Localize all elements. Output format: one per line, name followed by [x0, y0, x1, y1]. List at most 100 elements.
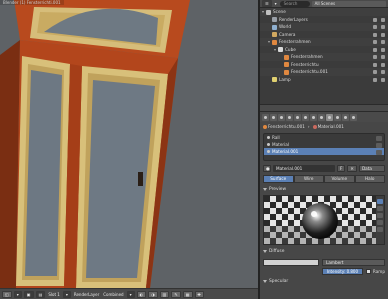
- diffuse-shader-select[interactable]: Lambert: [322, 258, 385, 266]
- outliner-item[interactable]: ▾ Fensterrahmen: [260, 38, 388, 46]
- render-camera-icon[interactable]: [381, 77, 385, 82]
- data-tab-icon[interactable]: [318, 113, 325, 121]
- diffuse-panel-header[interactable]: Diffuse: [263, 248, 385, 255]
- material-tab-icon[interactable]: [326, 113, 333, 121]
- diffuse-color-swatch[interactable]: [263, 258, 319, 266]
- outliner-item[interactable]: Fensterrahmen: [260, 53, 388, 61]
- link-select[interactable]: Data: [358, 164, 385, 172]
- 3d-viewport[interactable]: Blender (1) Fensterrichti.001: [0, 0, 258, 288]
- object-type-icon: [284, 62, 289, 67]
- render-slot-icon[interactable]: ▣: [23, 290, 34, 298]
- slot-specials-icon[interactable]: [376, 150, 382, 155]
- visibility-eye-icon[interactable]: [373, 70, 377, 74]
- browse-material-icon[interactable]: ●: [263, 164, 271, 172]
- tab-wire[interactable]: Wire: [293, 175, 324, 183]
- visibility-eye-icon[interactable]: [373, 17, 377, 22]
- preview-monkey-icon[interactable]: [377, 220, 383, 225]
- material-slot[interactable]: Material: [264, 141, 384, 148]
- preview-flat-icon[interactable]: [377, 206, 383, 211]
- breadcrumb-material[interactable]: Material.001: [312, 124, 344, 129]
- ramp-checkbox[interactable]: Ramp: [365, 268, 385, 274]
- sample-icon[interactable]: ✚: [194, 290, 204, 298]
- render-camera-icon[interactable]: [381, 55, 385, 59]
- material-name-field[interactable]: Material.001: [273, 164, 335, 172]
- physics-tab-icon[interactable]: [350, 113, 357, 121]
- outliner-item[interactable]: Camera: [260, 31, 388, 39]
- specular-panel-header[interactable]: Specular: [263, 278, 385, 285]
- visibility-eye-icon[interactable]: [373, 32, 377, 37]
- scene-tab-icon[interactable]: [278, 113, 285, 121]
- outliner-item[interactable]: ▾ Scene: [260, 8, 388, 16]
- material-icon: [312, 124, 317, 129]
- unlink-material-icon[interactable]: ✕: [347, 164, 357, 172]
- intensity-slider[interactable]: Intensity: 0.800: [322, 267, 363, 275]
- constraints-tab-icon[interactable]: [302, 113, 309, 121]
- tab-halo[interactable]: Halo: [354, 175, 385, 183]
- fake-user-toggle[interactable]: F: [337, 164, 346, 172]
- visibility-eye-icon[interactable]: [373, 47, 377, 52]
- visibility-eye-icon[interactable]: [373, 25, 377, 29]
- image-editor-header: ◱ ▾ ▣ ▤ Slot 1 ▾ RenderLayer Combined ▾ …: [0, 288, 258, 299]
- visibility-eye-icon[interactable]: [373, 40, 377, 44]
- outliner-item-label: Fensterrahmen: [279, 39, 311, 44]
- breadcrumb-object[interactable]: Fensterrichtu.001: [263, 124, 305, 129]
- tab-volume[interactable]: Volume: [324, 175, 355, 183]
- browse-image-icon[interactable]: ▤: [35, 290, 46, 298]
- image-menu-icon[interactable]: ▾: [13, 290, 22, 298]
- pin-icon[interactable]: ✎: [171, 290, 181, 298]
- tab-surface[interactable]: Surface: [263, 175, 294, 183]
- window-model-render: [0, 0, 190, 288]
- render-camera-icon[interactable]: [381, 32, 385, 37]
- outliner-item[interactable]: Fensterrichtu: [260, 61, 388, 69]
- outliner-panel: ☰ ▾ Search All Scenes ▾ Scene RenderLayers…: [260, 0, 388, 104]
- outliner-display-mode-select[interactable]: All Scenes: [311, 0, 386, 7]
- object-tab-icon[interactable]: [294, 113, 301, 121]
- remove-slot-icon[interactable]: [376, 143, 382, 148]
- material-slot[interactable]: Rall: [264, 134, 384, 141]
- outliner-item[interactable]: World: [260, 23, 388, 31]
- display-channels-icon[interactable]: ◐: [136, 290, 147, 298]
- render-layers-tab-icon[interactable]: [270, 113, 277, 121]
- outliner-item[interactable]: Lamp: [260, 76, 388, 84]
- preview-sphere-icon[interactable]: [377, 199, 383, 204]
- texture-tab-icon[interactable]: [334, 113, 341, 121]
- render-camera-icon[interactable]: [381, 25, 385, 29]
- world-tab-icon[interactable]: [286, 113, 293, 121]
- slot-side-controls: [376, 136, 382, 155]
- particles-tab-icon[interactable]: [342, 113, 349, 121]
- outliner-editor-icon[interactable]: ☰: [262, 0, 272, 7]
- properties-panel: Fensterrichtu.001 › Material.001 Rall Ma…: [260, 112, 388, 299]
- outliner-item[interactable]: RenderLayers: [260, 16, 388, 24]
- outliner-item[interactable]: Fensterrichtu.001: [260, 68, 388, 76]
- preview-hair-icon[interactable]: [377, 227, 383, 232]
- slot-dropdown-icon[interactable]: ▾: [62, 290, 71, 298]
- visibility-eye-icon[interactable]: [373, 77, 377, 82]
- modifiers-tab-icon[interactable]: [310, 113, 317, 121]
- outliner-item[interactable]: ▾ Cube: [260, 46, 388, 54]
- view-menu-icon[interactable]: ◱: [2, 290, 12, 298]
- material-slot-selected[interactable]: Material.001: [264, 148, 384, 155]
- intensity-row: Intensity: 0.800 Ramp: [322, 267, 385, 275]
- render-tab-icon[interactable]: [262, 113, 269, 121]
- add-slot-icon[interactable]: [376, 136, 382, 141]
- preview-panel-header[interactable]: Preview: [263, 186, 385, 193]
- render-camera-icon[interactable]: [381, 17, 385, 22]
- pass-dropdown-icon[interactable]: ▾: [126, 290, 135, 298]
- outliner-view-menu[interactable]: ▾: [274, 1, 278, 6]
- render-camera-icon[interactable]: [381, 47, 385, 52]
- render-layer-select[interactable]: RenderLayer: [73, 292, 100, 297]
- zbuffer-icon[interactable]: ▥: [159, 290, 170, 298]
- outliner-search-input[interactable]: Search: [279, 0, 310, 7]
- collapse-triangle-icon: [263, 188, 267, 191]
- alpha-icon[interactable]: ◑: [148, 290, 158, 298]
- pass-select[interactable]: Combined: [102, 292, 124, 297]
- visibility-eye-icon[interactable]: [373, 55, 377, 59]
- slot-select[interactable]: Slot 1: [47, 292, 60, 297]
- checkbox-icon: [365, 268, 371, 274]
- render-camera-icon[interactable]: [381, 62, 385, 67]
- scopes-icon[interactable]: ▦: [182, 290, 193, 298]
- render-camera-icon[interactable]: [381, 40, 385, 44]
- visibility-eye-icon[interactable]: [373, 62, 377, 67]
- preview-cube-icon[interactable]: [377, 213, 383, 218]
- render-camera-icon[interactable]: [381, 70, 385, 74]
